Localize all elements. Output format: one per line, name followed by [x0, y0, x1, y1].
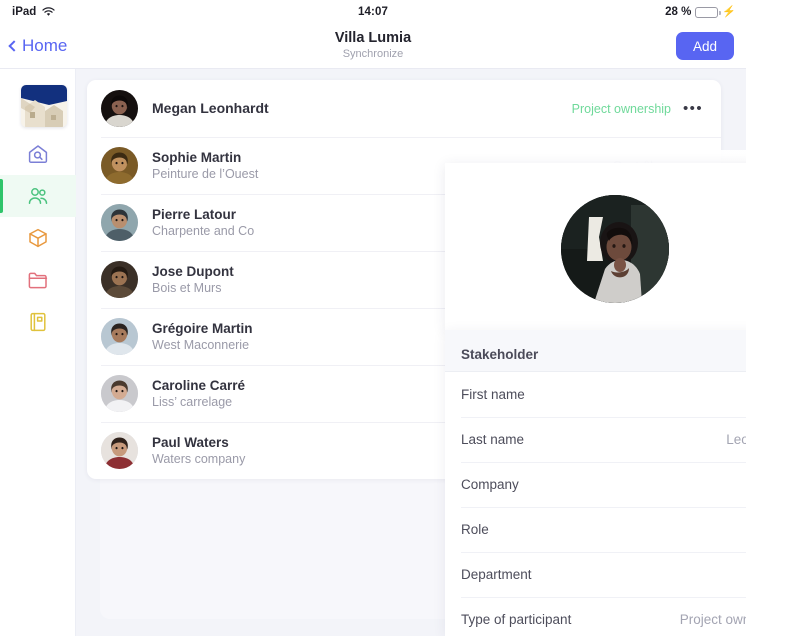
avatar-caroline	[101, 375, 138, 412]
detail-field-label: Last name	[461, 432, 525, 447]
detail-field-row[interactable]: First nameMegan	[445, 372, 746, 417]
detail-field-row[interactable]: Company	[445, 462, 746, 507]
detail-field-row[interactable]: Department	[445, 552, 746, 597]
detail-field-row[interactable]: Type of participant Project ownership	[445, 597, 746, 636]
avatar-pierre	[101, 204, 138, 241]
stakeholder-detail-panel: Stakeholder First nameMegan Last name Leon…	[445, 163, 746, 636]
ipad-app-window: iPad 14:07 28 % ⚡ Home Villa Lumia Synch…	[0, 0, 746, 636]
detail-field-row[interactable]: Role	[445, 507, 746, 552]
sidebar	[0, 69, 76, 636]
stakeholder-role-badge: Project ownership	[571, 101, 671, 116]
detail-form-card: Stakeholder First nameMegan Last name Leon…	[445, 330, 746, 636]
detail-field-value[interactable]: Leonhardt	[726, 432, 746, 447]
detail-section-title: Stakeholder	[445, 330, 746, 372]
page-title: Villa Lumia	[334, 30, 412, 46]
detail-field-label: Type of participant	[461, 612, 572, 627]
sidebar-nav-list	[0, 133, 76, 343]
avatar-gregoire	[101, 318, 138, 355]
status-bar-right: 28 % ⚡	[665, 6, 736, 18]
row-more-options-icon[interactable]: •••	[677, 100, 703, 117]
stakeholder-name: Megan Leonhardt	[152, 100, 269, 116]
detail-field-row[interactable]: Last name Leonhardt	[445, 417, 746, 462]
detail-avatar-megan[interactable]	[561, 194, 669, 303]
avatar-paul	[101, 432, 138, 469]
home-search-icon	[26, 142, 50, 166]
navigation-title-block: Villa Lumia Synchronize	[0, 29, 746, 62]
folder-icon	[26, 268, 50, 292]
sync-status-label: Synchronize	[342, 48, 404, 60]
sidebar-item-documents[interactable]	[0, 259, 76, 301]
avatar-jose	[101, 261, 138, 298]
project-photo-thumbnail[interactable]	[21, 85, 67, 127]
battery-icon	[695, 6, 721, 18]
avatar-megan	[101, 90, 138, 127]
status-bar: iPad 14:07 28 % ⚡	[0, 0, 746, 24]
sidebar-item-journal[interactable]	[0, 301, 76, 343]
navigation-bar: Home Villa Lumia Synchronize Add	[0, 24, 746, 69]
detail-field-label: First name	[461, 387, 525, 402]
detail-photo-card	[445, 163, 746, 330]
detail-field-value[interactable]: Project ownership	[680, 612, 746, 627]
sidebar-item-stakeholders[interactable]	[0, 175, 76, 217]
lightning-bolt-icon: ⚡	[722, 5, 736, 18]
battery-percent-label: 28 %	[665, 6, 692, 18]
people-icon	[26, 184, 50, 208]
package-icon	[26, 226, 50, 250]
avatar-sophie	[101, 147, 138, 184]
table-row[interactable]: Megan Leonhardt Project ownership •••	[87, 80, 721, 137]
stakeholder-name-block: Megan Leonhardt	[152, 100, 572, 117]
sidebar-item-overview[interactable]	[0, 133, 76, 175]
add-button[interactable]: Add	[676, 32, 734, 60]
detail-field-list: First nameMegan Last name Leonhardt Company…	[445, 372, 746, 636]
detail-field-label: Department	[461, 567, 532, 582]
notebook-icon	[26, 310, 50, 334]
detail-field-label: Company	[461, 477, 519, 492]
sidebar-item-deliveries[interactable]	[0, 217, 76, 259]
screen-root: iPad 14:07 28 % ⚡ Home Villa Lumia Synch…	[0, 0, 803, 636]
detail-field-label: Role	[461, 522, 489, 537]
status-bar-time: 14:07	[358, 6, 388, 18]
